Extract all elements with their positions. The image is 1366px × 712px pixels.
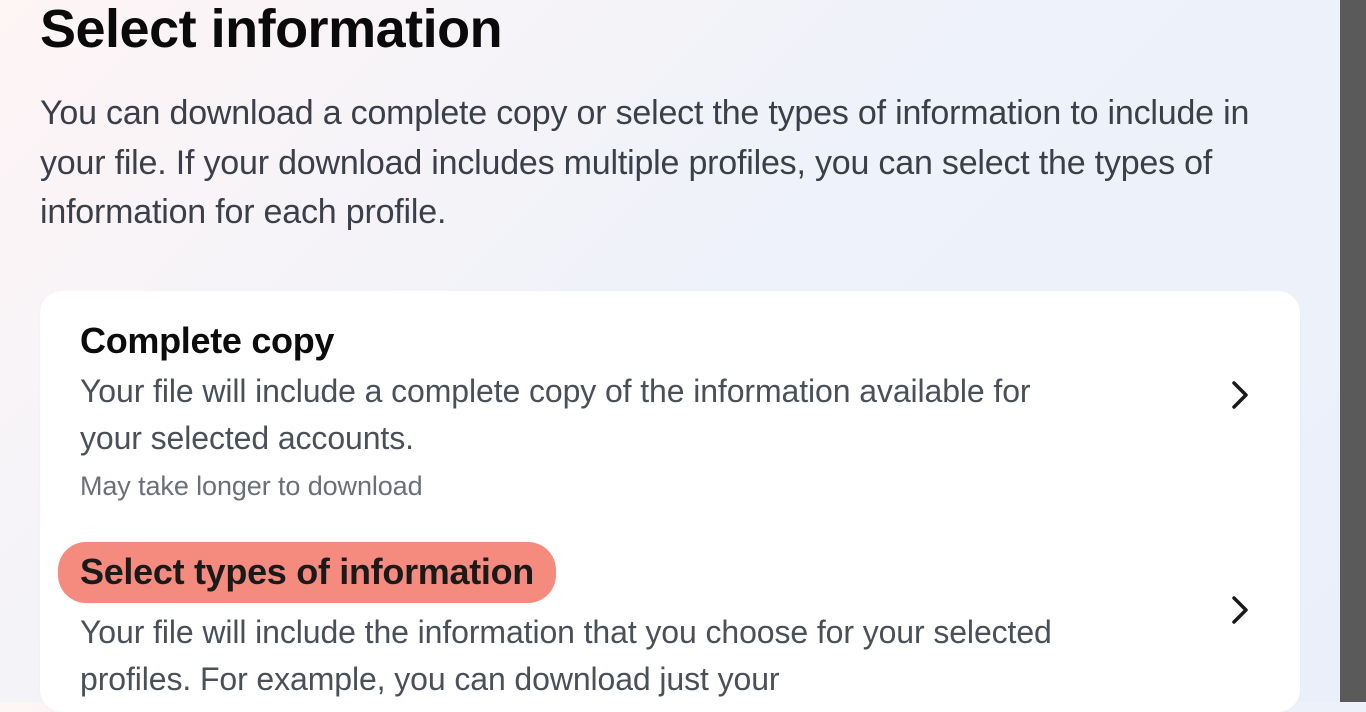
option-title-highlighted: Select types of information <box>58 542 556 603</box>
option-select-types[interactable]: Select types of information Your file wi… <box>80 542 1260 712</box>
option-subtitle: Your file will include the information t… <box>80 609 1100 702</box>
option-note: May take longer to download <box>80 471 1200 502</box>
option-complete-copy[interactable]: Complete copy Your file will include a c… <box>80 319 1260 542</box>
option-title: Complete copy <box>80 319 1200 362</box>
page-title: Select information <box>40 0 1300 59</box>
page-description: You can download a complete copy or sele… <box>40 89 1300 237</box>
chevron-right-icon <box>1220 375 1260 415</box>
option-subtitle: Your file will include a complete copy o… <box>80 368 1100 461</box>
options-card: Complete copy Your file will include a c… <box>40 291 1300 712</box>
scrollbar[interactable] <box>1340 0 1366 702</box>
chevron-right-icon <box>1220 590 1260 630</box>
